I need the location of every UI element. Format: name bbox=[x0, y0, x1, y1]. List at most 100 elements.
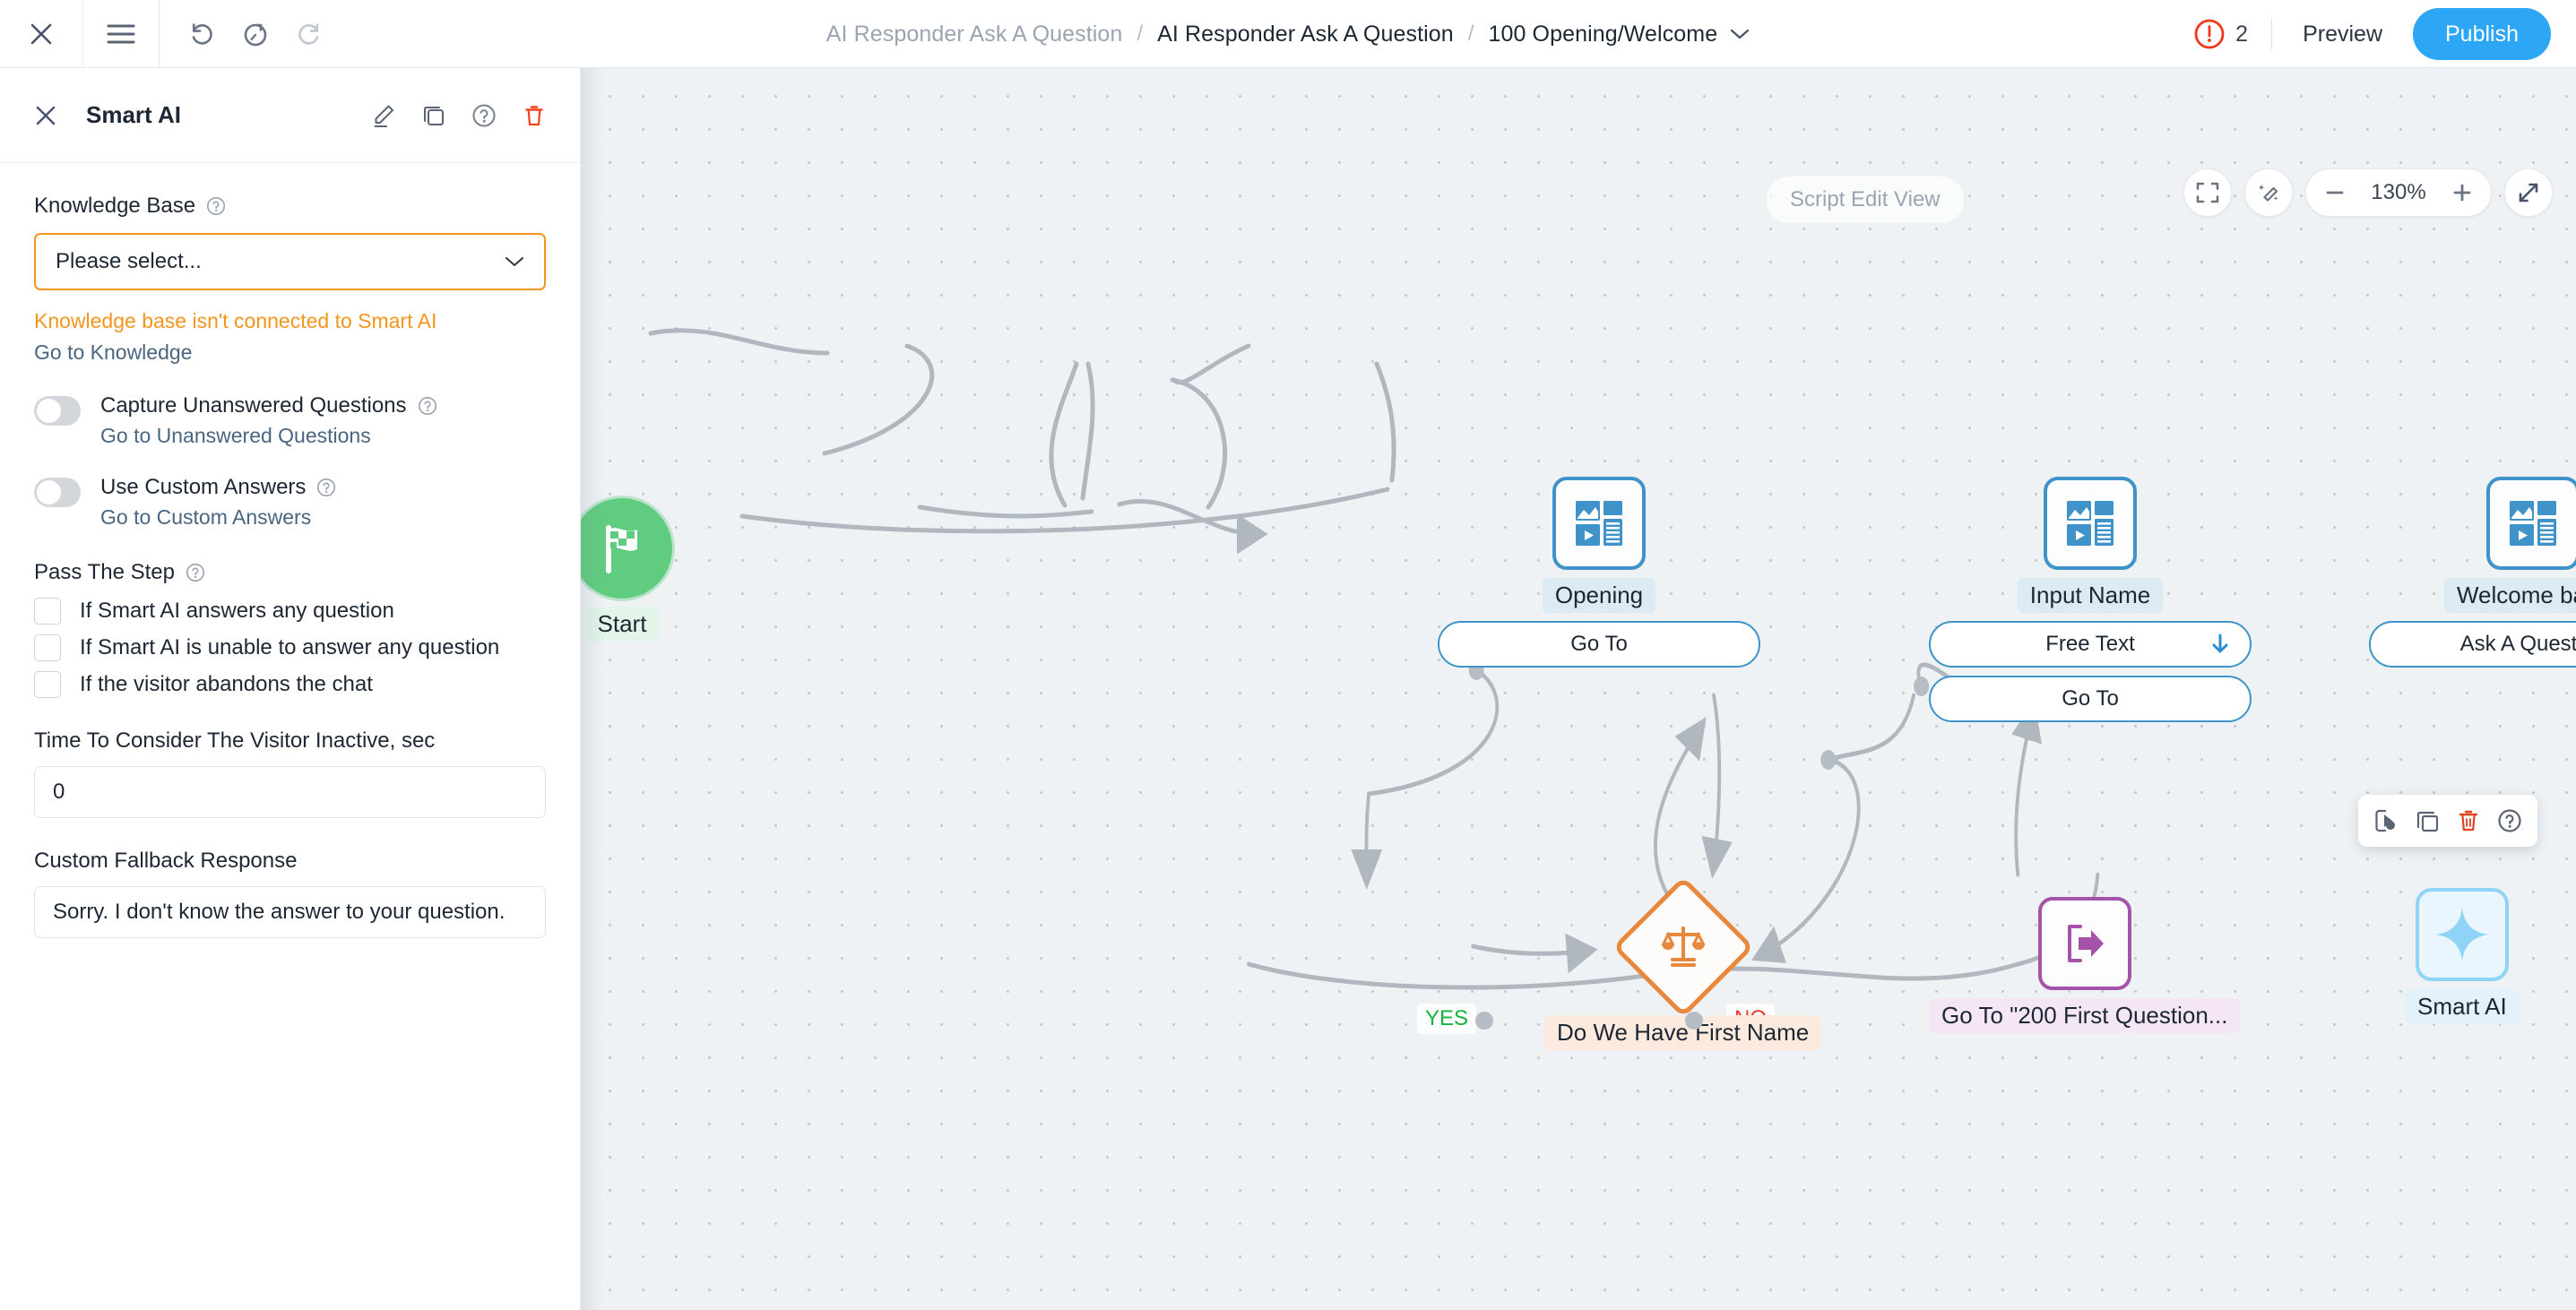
edit-icon bbox=[374, 105, 393, 127]
pass-step-option-1[interactable]: If Smart AI is unable to answer any ques… bbox=[34, 633, 546, 661]
go-to-knowledge-link[interactable]: Go to Knowledge bbox=[34, 339, 546, 366]
expand-button[interactable] bbox=[2504, 168, 2553, 217]
breadcrumb-separator-0: / bbox=[1137, 22, 1144, 46]
duplicate-button[interactable] bbox=[419, 100, 449, 131]
undo-button[interactable] bbox=[181, 13, 222, 55]
use-custom-answers-toggle[interactable] bbox=[34, 477, 81, 507]
checkbox[interactable] bbox=[34, 633, 61, 661]
help-button[interactable] bbox=[469, 100, 499, 131]
error-indicator[interactable]: 2 bbox=[2192, 17, 2271, 51]
input-name-node-box[interactable] bbox=[2044, 477, 2137, 570]
input-name-goto-button[interactable]: Go To bbox=[1929, 676, 2252, 722]
go-to-unanswered-questions-link[interactable]: Go to Unanswered Questions bbox=[100, 424, 438, 448]
checkbox[interactable] bbox=[34, 597, 61, 625]
scales-balance-icon bbox=[1661, 926, 1706, 967]
zoom-out-button[interactable] bbox=[2315, 173, 2355, 212]
node-welcome-back[interactable]: Welcome back Ask A Question bbox=[2369, 477, 2576, 668]
pass-step-option-0[interactable]: If Smart AI answers any question bbox=[34, 597, 546, 625]
app-root: AI Responder Ask A Question / AI Respond… bbox=[0, 0, 2576, 1310]
edge-smartai-up-arrow bbox=[2011, 700, 2043, 877]
node-smart-ai[interactable]: Smart AI bbox=[2405, 888, 2520, 1024]
node-help-button[interactable] bbox=[2491, 802, 2528, 840]
inactive-time-input[interactable]: 0 bbox=[34, 765, 546, 818]
capture-unanswered-toggle[interactable] bbox=[34, 395, 81, 426]
zoom-in-button[interactable] bbox=[2442, 173, 2482, 212]
help-icon[interactable] bbox=[316, 477, 337, 498]
welcome-back-ask-button[interactable]: Ask A Question bbox=[2369, 621, 2576, 668]
edge-opening-to-condition-arrow bbox=[1351, 668, 1500, 890]
opening-goto-label: Go To bbox=[1570, 632, 1628, 656]
revert-history-button[interactable] bbox=[235, 13, 276, 55]
arrow-down-icon bbox=[2210, 633, 2230, 656]
go-to-custom-answers-link[interactable]: Go to Custom Answers bbox=[100, 505, 337, 530]
edit-icon bbox=[2375, 809, 2395, 832]
node-condition[interactable]: Do We Have First Name bbox=[1544, 875, 1822, 1050]
node-delete-button[interactable] bbox=[2450, 802, 2487, 840]
breadcrumb-item-0[interactable]: AI Responder Ask A Question bbox=[826, 22, 1123, 47]
pass-the-step-label-row: Pass The Step bbox=[34, 560, 546, 585]
pass-step-option-2[interactable]: If the visitor abandons the chat bbox=[34, 670, 546, 698]
condition-diamond[interactable] bbox=[1612, 875, 1754, 1019]
menu-button[interactable] bbox=[83, 0, 159, 68]
checkered-flag-icon bbox=[606, 525, 637, 573]
smart-ai-node-box[interactable] bbox=[2415, 888, 2509, 981]
canvas-toolbar: 130% bbox=[2183, 168, 2553, 217]
pass-step-option-1-label: If Smart AI is unable to answer any ques… bbox=[80, 634, 500, 659]
condition-no-port[interactable] bbox=[1685, 1012, 1703, 1030]
node-opening[interactable]: Opening Go To bbox=[1438, 477, 1760, 668]
node-edit-button[interactable] bbox=[2367, 802, 2405, 840]
node-input-name[interactable]: Input Name Free Text Go To bbox=[1929, 477, 2252, 722]
zoom-value: 130% bbox=[2371, 180, 2426, 204]
help-icon[interactable] bbox=[417, 395, 438, 417]
help-icon[interactable] bbox=[205, 195, 227, 217]
help-icon[interactable] bbox=[185, 562, 206, 583]
input-name-goto-label: Go To bbox=[2062, 686, 2119, 711]
delete-button[interactable] bbox=[519, 100, 549, 131]
publish-button[interactable]: Publish bbox=[2413, 8, 2551, 60]
close-editor-button[interactable] bbox=[0, 0, 82, 68]
input-name-free-text-button[interactable]: Free Text bbox=[1929, 621, 2252, 668]
exit-arrow-icon bbox=[2067, 925, 2104, 962]
delete-icon bbox=[2459, 810, 2478, 832]
edge-freetext-to-goto-arrow bbox=[1701, 693, 1733, 879]
goto-node-label: Go To "200 First Question... bbox=[1929, 998, 2241, 1033]
breadcrumb-dropdown-button[interactable] bbox=[1730, 28, 1750, 40]
capture-unanswered-row: Capture Unanswered Questions Go to Unans… bbox=[34, 393, 546, 448]
fallback-input[interactable]: Sorry. I don't know the answer to your q… bbox=[34, 885, 546, 938]
checkbox[interactable] bbox=[34, 670, 61, 698]
zoom-control: 130% bbox=[2305, 168, 2492, 217]
breadcrumb-item-2[interactable]: 100 Opening/Welcome bbox=[1488, 22, 1717, 47]
sidebar-close-button[interactable] bbox=[34, 104, 57, 127]
redo-icon bbox=[298, 22, 319, 45]
rich-media-card-icon bbox=[2067, 501, 2114, 546]
breadcrumb-item-1[interactable]: AI Responder Ask A Question bbox=[1157, 22, 1454, 47]
redo-button[interactable] bbox=[289, 13, 330, 55]
sidebar-header: Smart AI bbox=[0, 68, 580, 163]
pass-step-option-2-label: If the visitor abandons the chat bbox=[80, 671, 373, 696]
opening-node-box[interactable] bbox=[1552, 477, 1646, 570]
start-node-circle[interactable] bbox=[581, 498, 672, 599]
node-start[interactable]: Start bbox=[581, 498, 672, 642]
auto-layout-button[interactable] bbox=[2244, 168, 2293, 217]
preview-button[interactable]: Preview bbox=[2272, 22, 2413, 47]
fit-to-screen-button[interactable] bbox=[2183, 168, 2232, 217]
expand-diagonal-icon bbox=[2519, 183, 2538, 203]
edge-start-arrow bbox=[1117, 498, 1268, 555]
flow-canvas[interactable]: Script Edit View 130% Start Opening Go T… bbox=[581, 68, 2576, 1310]
script-edit-view-badge: Script Edit View bbox=[1767, 177, 1964, 223]
goto-node-box[interactable] bbox=[2037, 897, 2131, 990]
sidebar-actions bbox=[368, 100, 549, 131]
help-icon bbox=[472, 104, 496, 126]
capture-unanswered-label-row: Capture Unanswered Questions bbox=[100, 393, 438, 418]
condition-yes-port[interactable] bbox=[1475, 1012, 1493, 1030]
node-goto[interactable]: Go To "200 First Question... bbox=[1929, 897, 2241, 1033]
welcome-back-node-box[interactable] bbox=[2486, 477, 2576, 570]
node-duplicate-button[interactable] bbox=[2408, 802, 2446, 840]
rename-button[interactable] bbox=[368, 100, 399, 131]
fallback-label: Custom Fallback Response bbox=[34, 848, 298, 873]
opening-goto-button[interactable]: Go To bbox=[1438, 621, 1760, 668]
sparkle-star-icon bbox=[2434, 908, 2489, 961]
use-custom-answers-row: Use Custom Answers Go to Custom Answers bbox=[34, 475, 546, 530]
breadcrumb-separator-1: / bbox=[1467, 22, 1474, 46]
knowledge-base-select[interactable]: Please select... bbox=[34, 233, 546, 290]
